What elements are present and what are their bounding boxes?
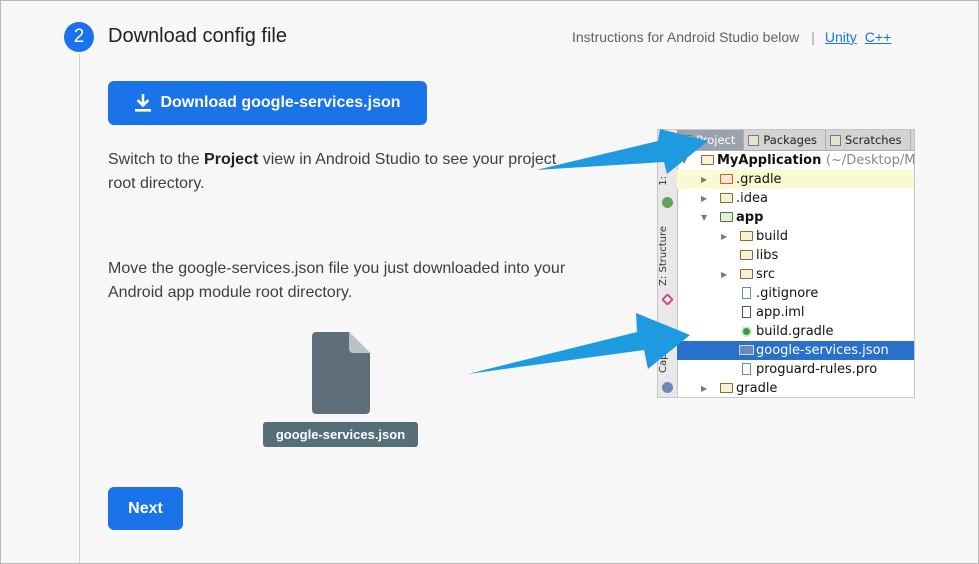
pointer-arrows: [468, 129, 708, 374]
arrow-to-json-file-icon: [468, 313, 690, 374]
arrow-to-project-tab-icon: [536, 129, 708, 174]
